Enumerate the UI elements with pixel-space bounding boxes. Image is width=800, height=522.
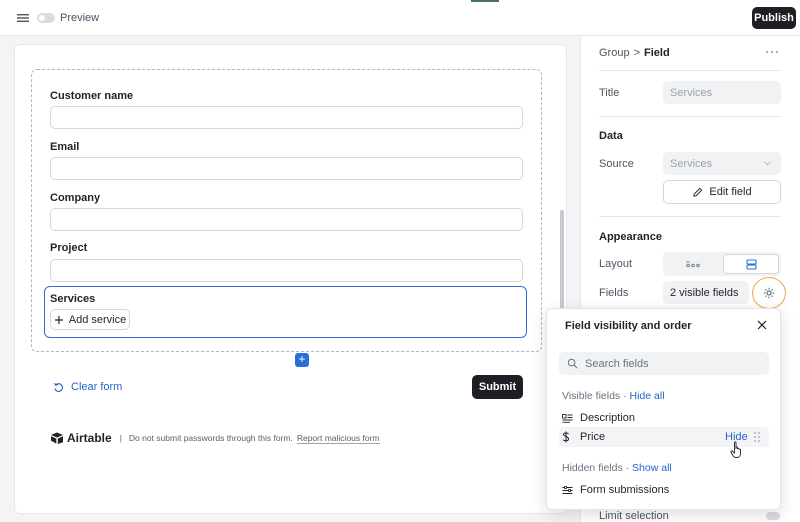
field-name: Form submissions [580, 484, 670, 496]
hamburger-menu-icon[interactable] [16, 11, 30, 25]
top-bar: Preview Publish [0, 0, 800, 36]
close-icon[interactable] [756, 319, 768, 331]
clear-form-label: Clear form [71, 381, 123, 393]
services-field-selected[interactable]: Services Add service [44, 286, 527, 338]
title-label: Title [599, 87, 620, 99]
clear-form-button[interactable]: Clear form [53, 381, 122, 393]
airtable-brand: Airtable [67, 431, 112, 445]
footer-notice: Do not submit passwords through this for… [128, 433, 293, 443]
hand-cursor-icon [730, 441, 741, 458]
source-select[interactable]: Services [663, 152, 781, 175]
visible-fields-label: Visible fields [562, 390, 621, 402]
drag-handle-icon[interactable] [753, 431, 761, 443]
layout-segmented-control [663, 252, 781, 276]
currency-icon [562, 431, 570, 443]
company-label: Company [50, 192, 101, 204]
source-label: Source [599, 158, 634, 170]
title-input[interactable]: Services [663, 81, 781, 104]
panel-divider [599, 216, 781, 217]
submit-button[interactable]: Submit [472, 375, 523, 399]
add-service-label: Add service [68, 313, 127, 326]
stacked-layout-icon [745, 258, 757, 270]
search-fields-box [559, 352, 769, 375]
project-label: Project [50, 242, 88, 254]
hidden-field-row[interactable]: Form submissions [559, 480, 769, 500]
source-value: Services [670, 157, 713, 170]
show-all-link[interactable]: Show all [632, 462, 672, 474]
active-tab-indicator [471, 0, 499, 2]
long-text-icon [562, 413, 573, 423]
add-field-plus-icon[interactable]: + [295, 353, 309, 367]
preview-toggle[interactable] [37, 13, 55, 23]
email-label: Email [50, 141, 80, 153]
breadcrumb-field: Field [644, 47, 670, 59]
search-fields-input[interactable] [585, 357, 755, 370]
limit-selection-toggle[interactable] [766, 512, 780, 520]
more-options-icon[interactable]: ··· [765, 44, 780, 58]
data-heading: Data [599, 130, 623, 142]
form-canvas: Customer name Email Company Project Serv… [14, 44, 567, 514]
visible-fields-dot: · [623, 390, 627, 402]
visible-fields-header: Visible fields · Hide all [562, 390, 665, 402]
edit-field-label: Edit field [709, 186, 752, 198]
hidden-fields-header: Hidden fields · Show all [562, 462, 672, 474]
linked-record-icon [562, 485, 573, 494]
layout-inline-option[interactable] [665, 254, 721, 274]
add-service-button[interactable]: Add service [50, 309, 130, 330]
breadcrumb-separator: > [633, 47, 641, 59]
preview-label: Preview [60, 12, 100, 24]
field-settings-button[interactable] [752, 277, 786, 309]
form-group-container[interactable]: Customer name Email Company Project Serv… [31, 69, 542, 367]
project-input[interactable] [50, 259, 523, 282]
fields-label: Fields [599, 287, 629, 299]
layout-label: Layout [599, 258, 633, 270]
undo-icon [53, 382, 63, 392]
edit-field-button[interactable]: Edit field [663, 180, 781, 204]
customer-name-label: Customer name [50, 90, 134, 102]
breadcrumb-group[interactable]: Group [599, 47, 630, 59]
hide-all-link[interactable]: Hide all [630, 390, 665, 402]
popup-title: Field visibility and order [565, 320, 692, 332]
limit-selection-label: Limit selection [599, 510, 669, 522]
airtable-logo-icon [51, 432, 63, 444]
field-name: Description [580, 412, 636, 424]
panel-divider [599, 70, 781, 71]
pencil-icon [693, 187, 703, 197]
fields-summary[interactable]: 2 visible fields [663, 281, 749, 304]
panel-divider [599, 116, 781, 117]
layout-stacked-option[interactable] [723, 254, 779, 274]
chevron-down-icon [764, 161, 771, 166]
hidden-fields-label: Hidden fields [562, 462, 623, 474]
publish-button[interactable]: Publish [752, 7, 796, 29]
plus-icon [54, 315, 63, 324]
footer-separator: | [119, 433, 122, 443]
field-visibility-popup: Field visibility and order Visible field… [546, 308, 781, 510]
email-input[interactable] [50, 157, 523, 180]
services-label: Services [50, 293, 96, 305]
report-malicious-form-link[interactable]: Report malicious form [296, 433, 380, 444]
gear-icon [763, 287, 775, 299]
visible-field-row[interactable]: Description [559, 408, 769, 428]
airtable-logo: Airtable [50, 431, 112, 445]
company-input[interactable] [50, 208, 523, 231]
search-icon [567, 358, 578, 369]
appearance-heading: Appearance [599, 231, 662, 243]
inline-layout-icon [686, 261, 700, 268]
hidden-fields-dot: · [625, 462, 630, 474]
field-name: Price [580, 431, 606, 443]
breadcrumb: Group > Field [599, 47, 670, 59]
customer-name-input[interactable] [50, 106, 523, 129]
form-footer: Airtable | Do not submit passwords throu… [50, 431, 380, 445]
